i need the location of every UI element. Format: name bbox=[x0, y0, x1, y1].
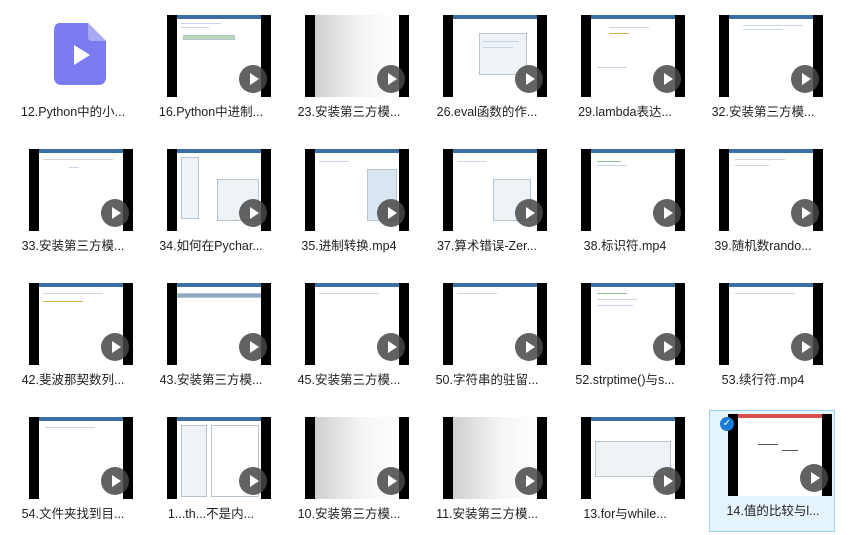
video-thumbnail bbox=[29, 283, 133, 365]
play-icon[interactable] bbox=[791, 199, 819, 227]
file-item[interactable]: 43.安装第三方模... bbox=[148, 279, 274, 401]
file-name: 26.eval函数的作... bbox=[436, 105, 538, 119]
file-name: 53.续行符.mp4 bbox=[721, 373, 805, 387]
play-icon[interactable] bbox=[239, 467, 267, 495]
file-item[interactable]: 32.安装第三方模... bbox=[700, 11, 826, 133]
play-icon[interactable] bbox=[239, 65, 267, 93]
play-icon[interactable] bbox=[377, 333, 405, 361]
file-name: 37.算术错误-Zer... bbox=[436, 239, 538, 253]
video-thumbnail bbox=[305, 149, 409, 231]
file-name: 13.for与while... bbox=[583, 507, 667, 521]
play-icon[interactable] bbox=[239, 333, 267, 361]
file-item[interactable]: 42.斐波那契数列... bbox=[10, 279, 136, 401]
file-item[interactable]: 45.安装第三方模... bbox=[286, 279, 412, 401]
file-item[interactable]: 35.进制转换.mp4 bbox=[286, 145, 412, 267]
play-icon[interactable] bbox=[101, 467, 129, 495]
play-icon[interactable] bbox=[653, 333, 681, 361]
file-name: 16.Python中进制... bbox=[158, 105, 264, 119]
play-icon[interactable] bbox=[239, 199, 267, 227]
file-item[interactable]: 13.for与while... bbox=[562, 413, 688, 535]
video-thumbnail bbox=[728, 414, 832, 496]
play-icon[interactable] bbox=[377, 467, 405, 495]
video-thumbnail bbox=[719, 15, 823, 97]
file-item[interactable]: 53.续行符.mp4 bbox=[700, 279, 826, 401]
file-item[interactable]: 54.文件夹找到目... bbox=[10, 413, 136, 535]
file-name: 23.安装第三方模... bbox=[297, 105, 401, 119]
file-name: 50.字符串的驻留... bbox=[435, 373, 539, 387]
play-icon[interactable] bbox=[653, 65, 681, 93]
file-name: 1...th...不是内... bbox=[167, 507, 255, 521]
file-item[interactable]: 26.eval函数的作... bbox=[424, 11, 550, 133]
play-icon[interactable] bbox=[653, 199, 681, 227]
file-name: 39.随机数rando... bbox=[714, 239, 812, 253]
play-icon[interactable] bbox=[653, 467, 681, 495]
file-item[interactable]: 50.字符串的驻留... bbox=[424, 279, 550, 401]
play-icon[interactable] bbox=[800, 464, 828, 492]
file-name: 52.strptime()与s... bbox=[575, 373, 675, 387]
file-name: 42.斐波那契数列... bbox=[21, 373, 125, 387]
video-thumbnail bbox=[719, 149, 823, 231]
file-name: 54.文件夹找到目... bbox=[21, 507, 125, 521]
file-item[interactable]: 23.安装第三方模... bbox=[286, 11, 412, 133]
video-file-icon bbox=[54, 23, 106, 85]
video-thumbnail bbox=[443, 417, 547, 499]
play-icon[interactable] bbox=[101, 333, 129, 361]
file-item[interactable]: 39.随机数rando... bbox=[700, 145, 826, 267]
video-thumbnail bbox=[443, 283, 547, 365]
play-icon[interactable] bbox=[515, 467, 543, 495]
file-grid: 12.Python中的小... 16.Python中进制... 23.安装第三方… bbox=[0, 0, 851, 532]
video-thumbnail bbox=[305, 15, 409, 97]
play-icon[interactable] bbox=[515, 199, 543, 227]
file-name: 43.安装第三方模... bbox=[159, 373, 263, 387]
video-thumbnail bbox=[443, 149, 547, 231]
file-name: 33.安装第三方模... bbox=[21, 239, 125, 253]
video-thumbnail bbox=[719, 283, 823, 365]
video-thumbnail bbox=[167, 15, 271, 97]
play-icon[interactable] bbox=[515, 333, 543, 361]
file-name: 35.进制转换.mp4 bbox=[301, 239, 397, 253]
file-name: 11.安装第三方模... bbox=[436, 507, 538, 521]
check-icon[interactable]: ✓ bbox=[720, 417, 734, 431]
file-item[interactable]: 10.安装第三方模... bbox=[286, 413, 412, 535]
play-icon[interactable] bbox=[791, 333, 819, 361]
file-name: 12.Python中的小... bbox=[20, 105, 126, 119]
video-thumbnail bbox=[167, 417, 271, 499]
file-name: 10.安装第三方模... bbox=[297, 507, 401, 521]
file-item[interactable]: 29.lambda表达... bbox=[562, 11, 688, 133]
play-icon[interactable] bbox=[515, 65, 543, 93]
file-item[interactable]: 16.Python中进制... bbox=[148, 11, 274, 133]
play-icon[interactable] bbox=[377, 65, 405, 93]
file-name: 32.安装第三方模... bbox=[711, 105, 815, 119]
file-name: 14.值的比较与l... bbox=[726, 504, 820, 518]
file-item[interactable]: 33.安装第三方模... bbox=[10, 145, 136, 267]
video-thumbnail bbox=[581, 15, 685, 97]
file-item[interactable]: 1...th...不是内... bbox=[148, 413, 274, 535]
file-item[interactable]: 34.如何在Pychar... bbox=[148, 145, 274, 267]
play-icon[interactable] bbox=[101, 199, 129, 227]
video-thumbnail bbox=[581, 417, 685, 499]
video-thumbnail bbox=[443, 15, 547, 97]
file-item[interactable]: 52.strptime()与s... bbox=[562, 279, 688, 401]
file-item[interactable]: 11.安装第三方模... bbox=[424, 413, 550, 535]
file-item[interactable]: 12.Python中的小... bbox=[10, 11, 136, 133]
play-icon[interactable] bbox=[791, 65, 819, 93]
video-thumbnail bbox=[581, 149, 685, 231]
file-name: 38.标识符.mp4 bbox=[583, 239, 667, 253]
video-thumbnail bbox=[29, 149, 133, 231]
video-thumbnail bbox=[305, 417, 409, 499]
video-thumbnail bbox=[305, 283, 409, 365]
file-item[interactable]: 37.算术错误-Zer... bbox=[424, 145, 550, 267]
file-name: 29.lambda表达... bbox=[578, 105, 672, 119]
video-thumbnail bbox=[167, 283, 271, 365]
video-thumbnail bbox=[29, 417, 133, 499]
video-thumbnail bbox=[581, 283, 685, 365]
play-icon[interactable] bbox=[377, 199, 405, 227]
file-name: 45.安装第三方模... bbox=[297, 373, 401, 387]
file-item[interactable]: 38.标识符.mp4 bbox=[562, 145, 688, 267]
video-thumbnail bbox=[167, 149, 271, 231]
file-name: 34.如何在Pychar... bbox=[159, 239, 263, 253]
